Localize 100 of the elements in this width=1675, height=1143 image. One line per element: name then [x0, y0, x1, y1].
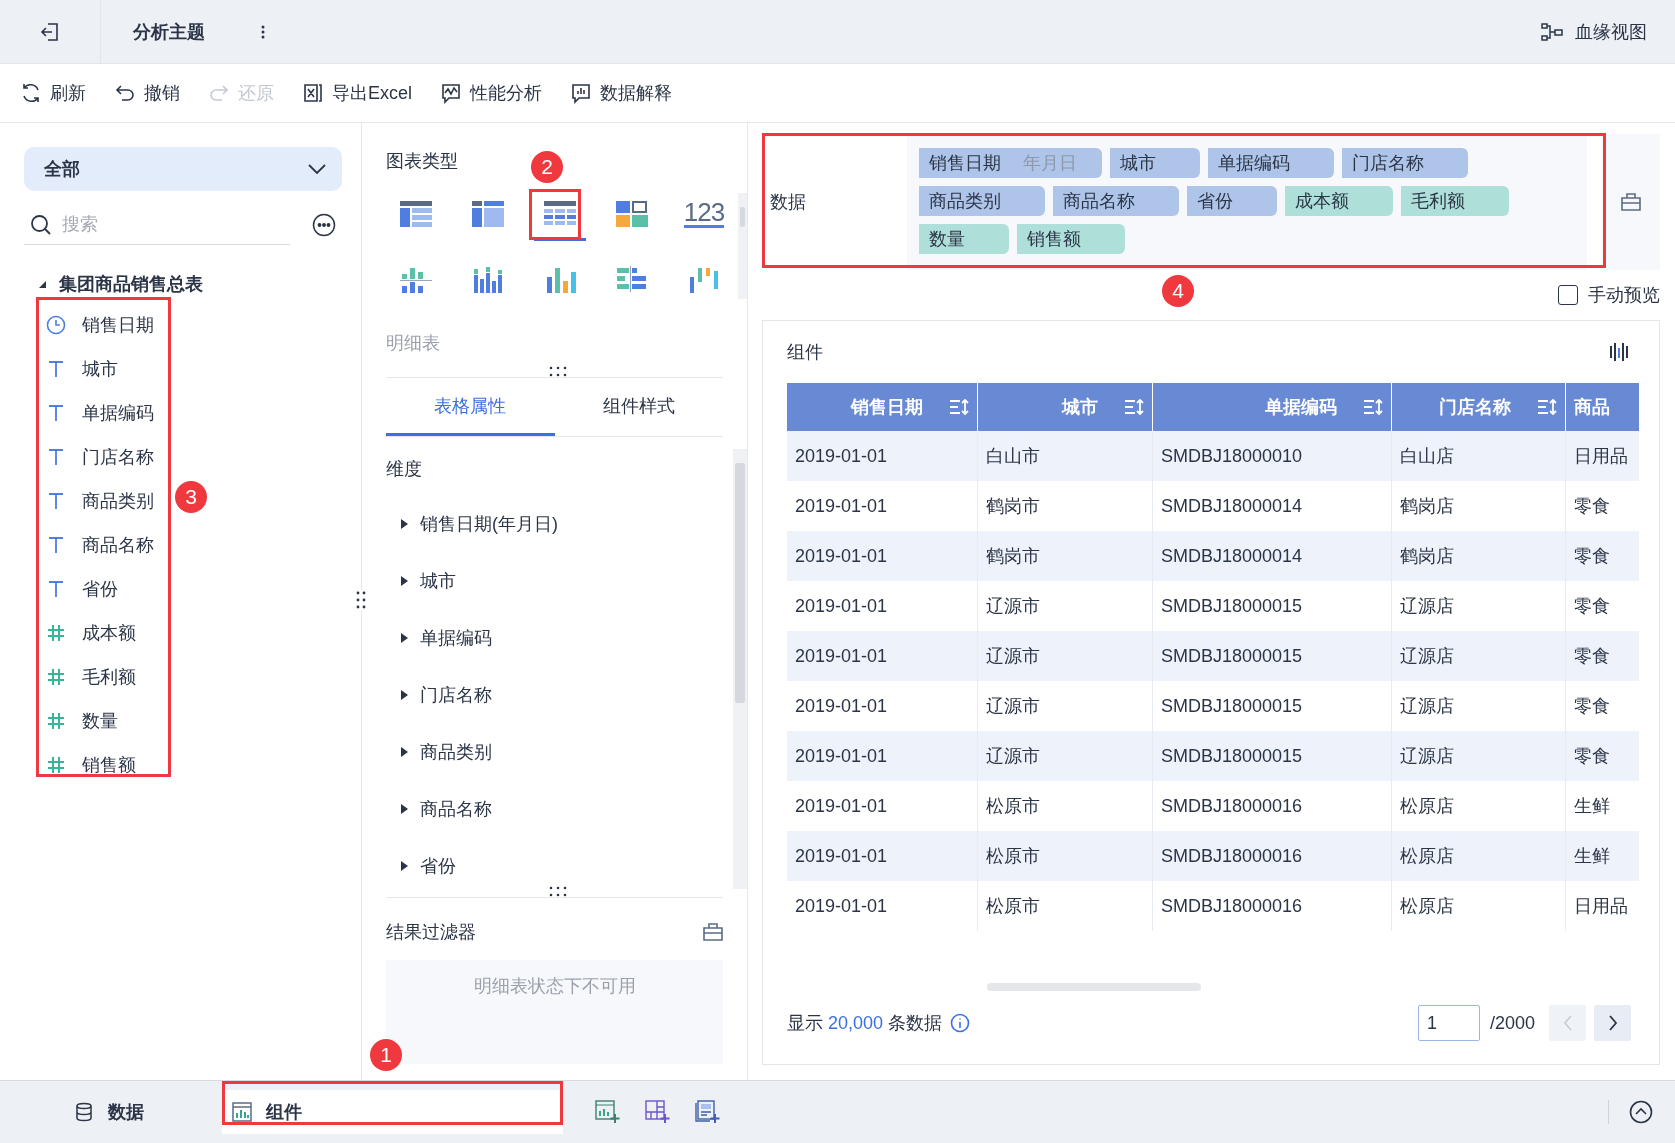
record-count: 显示 20,000 条数据 [787, 1012, 943, 1035]
table-tree-node[interactable]: 集团商品销售总表 [38, 269, 203, 299]
page-total: /2000 [1489, 1012, 1535, 1034]
chart-type-name: 明细表 [386, 332, 441, 355]
exit-icon[interactable] [39, 20, 61, 43]
resize-handle-icon[interactable] [548, 885, 568, 897]
field-chip[interactable]: 城市 [1109, 148, 1200, 178]
search-icon[interactable] [30, 213, 52, 236]
lineage-icon [1541, 22, 1563, 41]
field-item[interactable]: 成本额 [46, 611, 142, 655]
hash-icon [46, 667, 66, 687]
bottom-tab[interactable]: 数据 [74, 1090, 194, 1134]
field-item[interactable]: 商品类别 [46, 479, 160, 523]
table-cell: 2019-01-01 [787, 731, 978, 781]
more-icon[interactable] [261, 24, 265, 39]
table-cell: 2019-01-01 [787, 881, 978, 931]
field-chip[interactable]: 单据编码 [1207, 148, 1334, 178]
toolbar-button[interactable]: 刷新 [20, 81, 86, 105]
export-icon [302, 82, 324, 104]
table-cell: 2019-01-01 [787, 531, 978, 581]
add-layout-icon[interactable] [645, 1100, 671, 1124]
field-chip[interactable]: 数量 [918, 224, 1009, 254]
scrollbar[interactable] [733, 449, 747, 889]
tab[interactable]: 组件样式 [554, 378, 723, 436]
field-chip[interactable]: 销售额 [1016, 224, 1125, 254]
field-chip[interactable]: 销售日期 年月日 [918, 148, 1102, 178]
card-title: 组件 [787, 341, 823, 364]
field-chip[interactable]: 省份 [1186, 186, 1277, 216]
dimension-item[interactable]: 门店名称 [386, 666, 492, 723]
database-icon [74, 1102, 94, 1122]
field-item[interactable]: 销售日期 [46, 303, 160, 347]
hash-icon [46, 623, 66, 643]
toolbox-icon[interactable] [1620, 193, 1641, 211]
toolbar-button[interactable]: 数据解释 [570, 81, 672, 105]
table-cell: 松原店 [1391, 831, 1566, 881]
collapse-icon[interactable] [1629, 1100, 1653, 1124]
dimension-item[interactable]: 销售日期(年月日) [386, 495, 558, 552]
chart-type-button[interactable]: 123 [678, 189, 730, 241]
sort-icon[interactable] [1537, 398, 1557, 416]
field-item[interactable]: 销售额 [46, 743, 142, 787]
barcode-chart-icon[interactable] [1609, 342, 1631, 362]
dimension-item[interactable]: 城市 [386, 552, 456, 609]
dimension-item[interactable]: 省份 [386, 837, 456, 889]
dimension-item[interactable]: 商品类别 [386, 723, 492, 780]
field-chip[interactable]: 成本额 [1284, 186, 1393, 216]
sort-icon[interactable] [1124, 398, 1144, 416]
info-icon[interactable] [950, 1013, 971, 1033]
field-item[interactable]: 省份 [46, 567, 124, 611]
toolbar-button[interactable]: 撤销 [114, 81, 180, 105]
sort-icon[interactable] [1363, 398, 1383, 416]
manual-preview-checkbox[interactable]: 手动预览 [1558, 283, 1660, 307]
scrollbar[interactable] [987, 983, 1201, 991]
field-item[interactable]: 商品名称 [46, 523, 160, 567]
page-input[interactable]: 1 [1417, 1005, 1480, 1041]
table-cell: 日用品 [1565, 881, 1639, 931]
text-type-icon [46, 359, 66, 379]
sort-icon[interactable] [949, 398, 969, 416]
dimension-item[interactable]: 商品名称 [386, 780, 492, 837]
search-field[interactable]: 搜索 [62, 209, 262, 240]
tab[interactable]: 表格属性 [386, 378, 555, 436]
scope-dropdown[interactable]: 全部 [24, 147, 342, 191]
table-cell: 2019-01-01 [787, 431, 978, 481]
add-chart-icon[interactable] [595, 1100, 621, 1124]
expand-arrow-icon[interactable] [400, 575, 408, 586]
field-chip[interactable]: 商品名称 [1052, 186, 1179, 216]
lineage-view-button[interactable]: 血缘视图 [1541, 19, 1647, 44]
field-chip[interactable]: 门店名称 [1341, 148, 1468, 178]
expand-arrow-icon[interactable] [38, 279, 47, 289]
section-title: 维度 [386, 458, 423, 481]
expand-arrow-icon[interactable] [400, 746, 408, 757]
hash-icon [46, 711, 66, 731]
add-report-icon[interactable] [695, 1100, 721, 1124]
more-options-icon[interactable] [312, 213, 336, 237]
expand-arrow-icon[interactable] [400, 689, 408, 700]
table-cell: 鹤岗店 [1391, 531, 1566, 581]
field-item[interactable]: 城市 [46, 347, 124, 391]
table-cell: SMDBJ18000015 [1152, 631, 1392, 681]
chart-icon [232, 1102, 252, 1122]
text-type-icon [46, 491, 66, 511]
resize-handle-icon[interactable] [548, 365, 568, 377]
expand-arrow-icon[interactable] [400, 518, 408, 529]
toolbar-button[interactable]: 性能分析 [440, 81, 542, 105]
chart-type-icon [399, 198, 433, 229]
field-chip[interactable]: 商品类别 [918, 186, 1045, 216]
expand-arrow-icon[interactable] [400, 860, 408, 871]
dimension-item[interactable]: 单据编码 [386, 609, 492, 666]
table-cell: 白山店 [1391, 431, 1566, 481]
expand-arrow-icon[interactable] [400, 803, 408, 814]
toolbar-button[interactable]: 导出Excel [302, 81, 412, 105]
next-page-button[interactable] [1594, 1005, 1631, 1041]
field-chip[interactable]: 毛利额 [1400, 186, 1509, 216]
expand-arrow-icon[interactable] [400, 632, 408, 643]
clock-icon [46, 315, 66, 335]
field-item[interactable]: 毛利额 [46, 655, 142, 699]
scrollbar[interactable] [738, 193, 747, 299]
resize-handle-icon[interactable] [355, 590, 367, 610]
field-item[interactable]: 门店名称 [46, 435, 160, 479]
field-item[interactable]: 单据编码 [46, 391, 160, 435]
toolbox-icon[interactable] [703, 923, 723, 941]
field-item[interactable]: 数量 [46, 699, 124, 743]
